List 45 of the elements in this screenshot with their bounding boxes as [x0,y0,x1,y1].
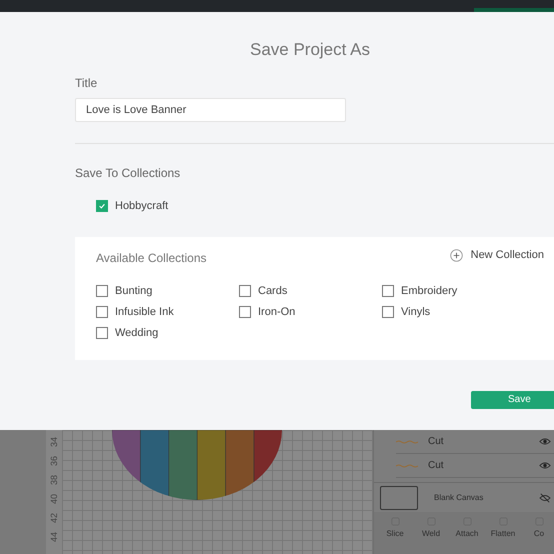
dialog-title: Save Project As [248,39,371,60]
checkbox-label: Wedding [115,327,158,339]
layer-label: Cut [428,460,445,471]
title-field[interactable]: Love is Love Banner [75,98,346,122]
checkbox[interactable] [239,285,251,297]
section-label: Save To Collections [75,166,182,180]
line-icon [396,440,418,444]
check-icon [98,202,106,210]
ruler-number: 40 [49,494,60,504]
checkbox-label: Infusible Ink [115,306,174,318]
ruler-number: 36 [49,456,60,466]
checkbox[interactable] [239,306,251,318]
toolbar-button[interactable]: Attach [452,516,482,554]
checkbox-label: Embroidery [401,285,458,297]
layer-label: Cut [428,436,445,447]
checkbox-label: Bunting [115,285,152,297]
ruler-number: 44 [49,532,60,542]
toolbar-button[interactable]: Co [524,516,554,554]
checkbox[interactable] [382,285,394,297]
checkbox[interactable] [96,200,108,212]
plus-icon[interactable] [450,248,463,262]
eye-icon[interactable] [539,461,551,470]
checkbox-label: Iron-On [258,306,296,318]
ruler-number: 38 [49,474,60,484]
checkbox-label: Cards [258,285,288,297]
toolbar-button[interactable]: Flatten [488,516,518,554]
checkbox[interactable] [96,285,108,297]
checkbox[interactable] [382,306,394,318]
line-icon [396,464,418,468]
checkbox-label: Hobbycraft [115,200,168,212]
canvas-label: Blank Canvas [434,493,484,502]
toolbar-button[interactable]: Weld [416,516,446,554]
eye-icon[interactable] [539,437,551,446]
section-label: Available Collections [96,251,207,265]
field-label: Title [75,76,98,90]
checkbox-label: Vinyls [401,306,430,318]
toolbar-button[interactable]: Slice [380,516,410,554]
checkbox[interactable] [96,306,108,318]
checkbox[interactable] [96,327,108,339]
hidden-eye-icon[interactable] [539,492,551,502]
save-button[interactable]: Save [471,390,554,408]
new-collection-link[interactable]: New Collection [470,249,544,261]
ruler-number: 42 [49,512,60,522]
ruler-number: 34 [49,436,60,446]
canvas-thumbnail [380,486,418,510]
